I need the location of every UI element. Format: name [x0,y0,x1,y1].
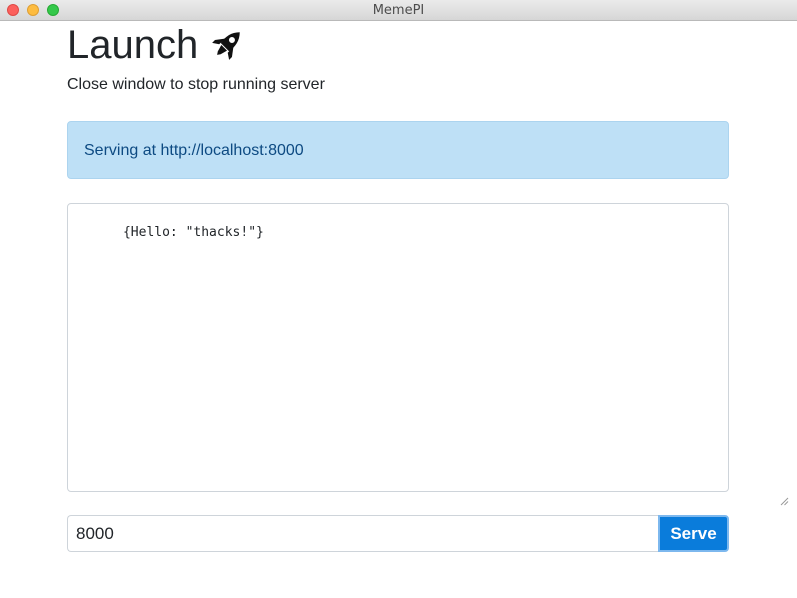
title-bar: MemePI [0,0,797,21]
page-subtitle: Close window to stop running server [67,76,325,93]
app-window: MemePI Launch Close window to stop runni… [0,0,797,598]
resize-grip-icon[interactable] [717,480,788,506]
json-editor[interactable]: {Hello: "thacks!"} [67,203,788,506]
json-editor-content: {Hello: "thacks!"} [122,225,264,240]
port-form: 8000 Serve [67,515,729,552]
serve-button-label: Serve [670,523,717,543]
page-title-text: Launch [67,23,199,67]
rocket-icon [208,26,246,64]
page-title: Launch [67,23,246,67]
port-input-value: 8000 [76,524,114,543]
server-status-text: Serving at http://localhost:8000 [84,142,304,159]
serve-button[interactable]: Serve [658,515,729,552]
port-input[interactable]: 8000 [67,515,658,552]
window-title: MemePI [372,3,425,18]
server-status-alert: Serving at http://localhost:8000 [67,121,729,179]
